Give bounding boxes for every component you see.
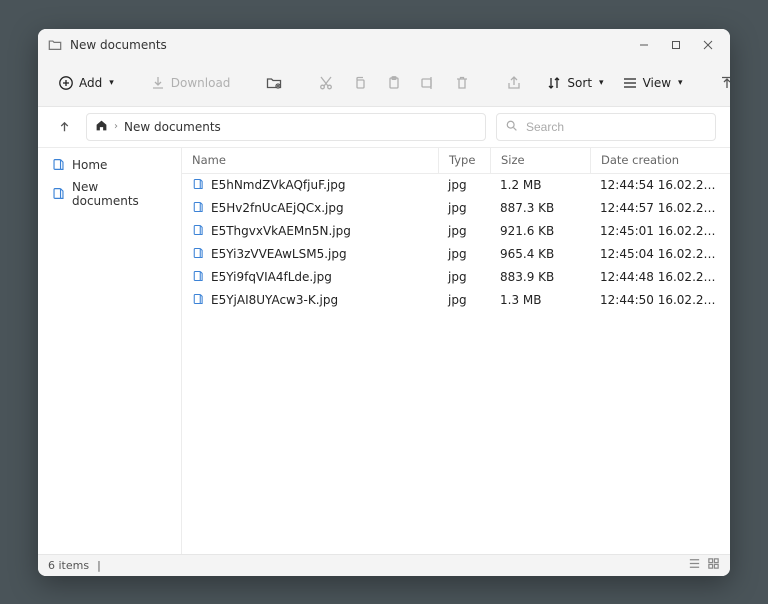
home-icon[interactable] <box>95 119 108 135</box>
cell-type: jpg <box>438 247 490 261</box>
rename-button[interactable] <box>414 69 442 97</box>
search-input[interactable] <box>526 120 707 134</box>
file-name: E5Hv2fnUcAEjQCx.jpg <box>211 201 344 215</box>
file-icon <box>192 224 204 239</box>
delete-button[interactable] <box>448 69 476 97</box>
close-button[interactable] <box>692 29 724 61</box>
download-button[interactable]: Download <box>144 69 237 97</box>
sort-button[interactable]: Sort ▾ <box>540 69 609 97</box>
table-header: Name Type Size Date creation <box>182 148 730 174</box>
share-button[interactable] <box>500 69 528 97</box>
grid-view-icon[interactable] <box>707 557 720 574</box>
file-table: Name Type Size Date creation E5hNmdZVkAQ… <box>182 148 730 554</box>
navigation-row: › New documents <box>38 107 730 147</box>
status-bar: 6 items | <box>38 554 730 576</box>
cell-name: E5Hv2fnUcAEjQCx.jpg <box>182 201 438 216</box>
cell-date: 12:44:54 16.02.2022 <box>590 178 730 192</box>
chevron-down-icon: ▾ <box>599 78 604 88</box>
cut-button[interactable] <box>312 69 340 97</box>
table-row[interactable]: E5YjAI8UYAcw3-K.jpg jpg1.3 MB12:44:50 16.… <box>182 289 730 312</box>
cell-type: jpg <box>438 224 490 238</box>
sidebar-item-label: New documents <box>72 180 167 208</box>
copy-button[interactable] <box>346 69 374 97</box>
file-name: E5hNmdZVkAQfjuF.jpg <box>211 178 345 192</box>
cell-date: 12:44:50 16.02.2022 <box>590 293 730 307</box>
table-row[interactable]: E5ThgvxVkAEMn5N.jpg jpg921.6 KB12:45:01 1… <box>182 220 730 243</box>
add-button[interactable]: Add ▾ <box>52 69 120 97</box>
cell-size: 1.3 MB <box>490 293 590 307</box>
chevron-down-icon: ▾ <box>109 78 114 88</box>
chevron-down-icon: ▾ <box>678 78 683 88</box>
cell-name: E5Yi3zVVEAwLSM5.jpg <box>182 247 438 262</box>
app-folder-icon <box>48 38 62 52</box>
file-name: E5YjAI8UYAcw3-K.jpg <box>211 293 338 307</box>
column-type[interactable]: Type <box>438 148 490 173</box>
paste-button[interactable] <box>380 69 408 97</box>
search-icon <box>505 119 518 135</box>
breadcrumb[interactable]: › New documents <box>86 113 486 141</box>
cell-size: 887.3 KB <box>490 201 590 215</box>
sidebar-item-new-documents[interactable]: New documents <box>42 176 177 212</box>
cell-name: E5ThgvxVkAEMn5N.jpg <box>182 224 438 239</box>
file-icon <box>192 178 204 193</box>
file-icon <box>192 247 204 262</box>
file-name: E5Yi9fqVIA4fLde.jpg <box>211 270 332 284</box>
new-folder-button[interactable] <box>260 69 288 97</box>
sidebar-item-home[interactable]: Home <box>42 154 177 176</box>
column-size[interactable]: Size <box>490 148 590 173</box>
sort-label: Sort <box>567 76 592 90</box>
search-box[interactable] <box>496 113 716 141</box>
cell-size: 883.9 KB <box>490 270 590 284</box>
status-separator: | <box>97 559 101 572</box>
list-view-icon[interactable] <box>688 557 701 574</box>
sidebar-item-label: Home <box>72 158 107 172</box>
file-name: E5ThgvxVkAEMn5N.jpg <box>211 224 351 238</box>
cell-type: jpg <box>438 270 490 284</box>
nav-up-button[interactable] <box>52 115 76 139</box>
view-toggle[interactable] <box>688 557 720 574</box>
chevron-right-icon: › <box>114 121 118 132</box>
cell-name: E5hNmdZVkAQfjuF.jpg <box>182 178 438 193</box>
column-name[interactable]: Name <box>182 148 438 173</box>
view-label: View <box>643 76 671 90</box>
breadcrumb-current[interactable]: New documents <box>124 120 221 134</box>
cell-date: 12:45:04 16.02.2022 <box>590 247 730 261</box>
view-button[interactable]: View ▾ <box>616 69 689 97</box>
maximize-button[interactable] <box>660 29 692 61</box>
window-title: New documents <box>70 38 628 52</box>
table-body: E5hNmdZVkAQfjuF.jpgjpg1.2 MB12:44:54 16.… <box>182 174 730 554</box>
cell-date: 12:45:01 16.02.2022 <box>590 224 730 238</box>
cell-size: 921.6 KB <box>490 224 590 238</box>
table-row[interactable]: E5Yi9fqVIA4fLde.jpg jpg883.9 KB12:44:48 1… <box>182 266 730 289</box>
upload-button[interactable] <box>713 69 730 97</box>
file-icon <box>192 270 204 285</box>
body: Home New documents Name Type Size Date c… <box>38 147 730 554</box>
sidebar: Home New documents <box>38 148 182 554</box>
table-row[interactable]: E5Yi3zVVEAwLSM5.jpg jpg965.4 KB12:45:04 1… <box>182 243 730 266</box>
file-icon <box>192 201 204 216</box>
cell-name: E5YjAI8UYAcw3-K.jpg <box>182 293 438 308</box>
cell-date: 12:44:48 16.02.2022 <box>590 270 730 284</box>
cell-type: jpg <box>438 178 490 192</box>
titlebar: New documents <box>38 29 730 61</box>
cell-size: 1.2 MB <box>490 178 590 192</box>
toolbar: Add ▾ Download <box>38 61 730 107</box>
minimize-button[interactable] <box>628 29 660 61</box>
file-icon <box>192 293 204 308</box>
status-item-count: 6 items <box>48 559 89 572</box>
cell-name: E5Yi9fqVIA4fLde.jpg <box>182 270 438 285</box>
cell-type: jpg <box>438 293 490 307</box>
add-label: Add <box>79 76 102 90</box>
file-name: E5Yi3zVVEAwLSM5.jpg <box>211 247 347 261</box>
download-label: Download <box>171 76 231 90</box>
cell-date: 12:44:57 16.02.2022 <box>590 201 730 215</box>
column-date[interactable]: Date creation <box>590 148 730 173</box>
table-row[interactable]: E5hNmdZVkAQfjuF.jpg jpg1.2 MB12:44:54 16.… <box>182 174 730 197</box>
app-window: New documents Add ▾ Download <box>38 29 730 576</box>
cell-size: 965.4 KB <box>490 247 590 261</box>
cell-type: jpg <box>438 201 490 215</box>
table-row[interactable]: E5Hv2fnUcAEjQCx.jpg jpg887.3 KB12:44:57 1… <box>182 197 730 220</box>
